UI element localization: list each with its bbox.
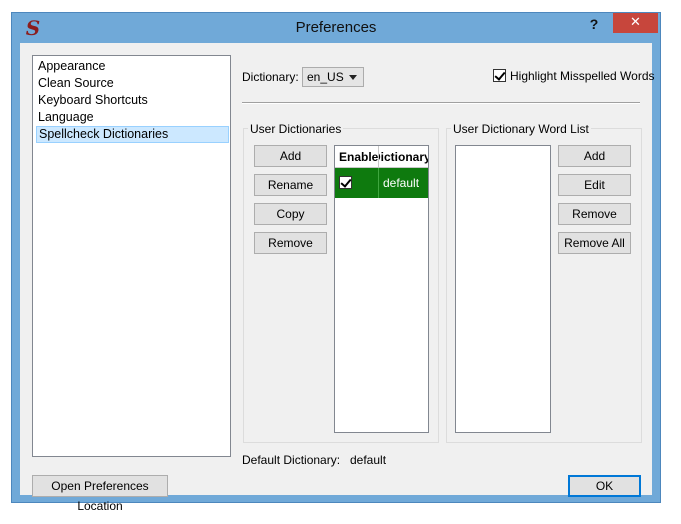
close-button[interactable]: ✕	[613, 13, 658, 33]
remove-dictionary-button[interactable]: Remove	[254, 232, 327, 254]
highlight-misspelled-checkbox[interactable]	[493, 69, 506, 82]
default-dictionary-value: default	[350, 453, 387, 467]
help-button[interactable]: ?	[580, 14, 608, 36]
word-list-box[interactable]	[455, 145, 551, 433]
dictionary-select-value: en_US	[307, 70, 344, 84]
word-list-title: User Dictionary Word List	[451, 122, 591, 136]
title-bar[interactable]: S Preferences ? ✕	[12, 13, 660, 43]
list-item-language[interactable]: Language	[36, 109, 229, 126]
checkmark-icon	[340, 176, 352, 188]
open-preferences-location-button[interactable]: Open Preferences Location	[32, 475, 168, 513]
list-item-clean-source[interactable]: Clean Source	[36, 75, 229, 92]
highlight-misspelled-label: Highlight Misspelled Words	[510, 69, 655, 83]
chevron-down-icon	[349, 75, 357, 80]
add-dictionary-button[interactable]: Add	[254, 145, 327, 167]
table-row[interactable]: default	[335, 168, 428, 198]
dictionary-select[interactable]: en_US	[302, 67, 364, 87]
separator-line	[242, 102, 640, 104]
list-item-keyboard-shortcuts[interactable]: Keyboard Shortcuts	[36, 92, 229, 109]
default-dictionary-label: Default Dictionary:	[242, 453, 341, 467]
preferences-category-list[interactable]: Appearance Clean Source Keyboard Shortcu…	[32, 55, 231, 457]
copy-dictionary-button[interactable]: Copy	[254, 203, 327, 225]
remove-all-words-button[interactable]: Remove All	[558, 232, 631, 254]
column-header-dictionary[interactable]: Dictionary	[379, 146, 428, 168]
enable-checkbox[interactable]	[339, 176, 352, 189]
preferences-window: S Preferences ? ✕ Appearance Clean Sourc…	[11, 12, 661, 513]
list-item-spellcheck-dictionaries[interactable]: Spellcheck Dictionaries	[36, 126, 229, 143]
dictionary-name-cell: default	[383, 176, 420, 190]
user-dictionaries-title: User Dictionaries	[248, 122, 344, 136]
add-word-button[interactable]: Add	[558, 145, 631, 167]
window-title: Preferences	[295, 19, 377, 36]
enable-cell	[335, 168, 379, 198]
remove-word-button[interactable]: Remove	[558, 203, 631, 225]
edit-word-button[interactable]: Edit	[558, 174, 631, 196]
list-item-appearance[interactable]: Appearance	[36, 58, 229, 75]
column-header-enable[interactable]: Enable	[335, 146, 379, 168]
ok-button[interactable]: OK	[568, 475, 641, 497]
checkmark-icon	[494, 69, 506, 81]
rename-dictionary-button[interactable]: Rename	[254, 174, 327, 196]
dictionary-label: Dictionary:	[242, 70, 299, 84]
dialog-client-area: Appearance Clean Source Keyboard Shortcu…	[20, 43, 655, 513]
user-dictionaries-table[interactable]: Enable Dictionary default	[334, 145, 429, 433]
